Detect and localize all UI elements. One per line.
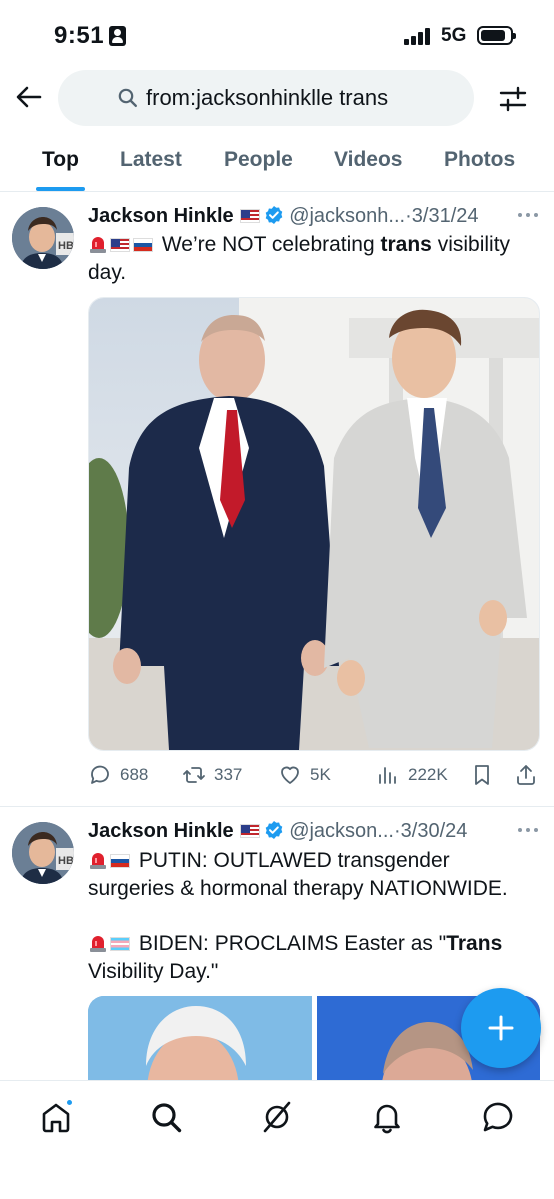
more-icon[interactable] (516, 826, 540, 834)
tweet-text-part: PUTIN: OUTLAWED transgender surgeries & … (88, 849, 508, 900)
tweet-date[interactable]: 3/31/24 (412, 205, 479, 227)
like-count: 5K (310, 765, 331, 784)
tab-videos[interactable]: Videos (334, 148, 402, 172)
author-handle[interactable]: @jackson... (289, 820, 394, 842)
search-icon (152, 1103, 182, 1133)
tweet-text-part: Visibility Day." (88, 960, 219, 983)
nav-home[interactable] (38, 1098, 74, 1135)
tab-top[interactable]: Top (42, 148, 79, 172)
avatar[interactable]: HB (12, 207, 74, 269)
separator-dot: · (405, 205, 412, 227)
back-button[interactable] (14, 82, 44, 112)
svg-text:HB: HB (58, 855, 74, 867)
nav-notifications[interactable] (369, 1099, 405, 1135)
tweet-text-part: BIDEN: PROCLAIMS Easter as " (138, 932, 447, 955)
bell-icon (374, 1104, 400, 1134)
active-tab-indicator (36, 187, 85, 191)
arrow-left-icon (16, 86, 42, 108)
tab-people[interactable]: People (224, 148, 293, 172)
network-type: 5G (441, 25, 467, 46)
repost-count: 337 (214, 765, 243, 784)
transgender-flag-emoji-icon (110, 937, 130, 951)
tweet-image[interactable] (88, 297, 540, 751)
search-filter-button[interactable] (498, 84, 528, 114)
grok-icon (263, 1101, 291, 1133)
avatar-image: HB (12, 207, 74, 269)
search-input[interactable]: from:jacksonhinklle trans (58, 70, 474, 126)
reply-icon (91, 765, 109, 784)
battery-icon (477, 26, 516, 45)
us-flag-icon (239, 824, 260, 838)
nav-messages[interactable] (480, 1099, 516, 1135)
siren-emoji-icon (88, 850, 108, 870)
tweet-text: PUTIN: OUTLAWED transgender surgeries & … (88, 847, 538, 986)
bookmark-button[interactable] (470, 761, 494, 789)
avatar-image: HB (12, 822, 74, 884)
tweet-text-line: BIDEN: PROCLAIMS Easter as "Trans Visibi… (88, 930, 538, 986)
avatar[interactable]: HB (12, 822, 74, 884)
tweet-header: Jackson Hinkle @jackson...·3/30/24 (88, 820, 544, 848)
tweet-text: We’re NOT celebrating trans visibility d… (88, 231, 538, 287)
tweet-text-bold: Trans (446, 932, 503, 955)
bottom-nav (0, 1080, 554, 1199)
like-button[interactable]: 5K (278, 761, 331, 789)
search-tabs: Top Latest People Videos Photos (0, 134, 554, 192)
author-name[interactable]: Jackson Hinkle (88, 820, 234, 842)
nav-search[interactable] (148, 1099, 184, 1135)
views-icon (379, 767, 396, 784)
search-icon (118, 88, 137, 107)
author-handle[interactable]: @jacksonh... (289, 205, 405, 227)
tweet-text-bold: trans (380, 233, 432, 256)
bookmark-icon (475, 765, 489, 785)
russia-flag-emoji-icon (133, 238, 153, 252)
repost-icon (183, 767, 205, 783)
tab-latest[interactable]: Latest (120, 148, 182, 172)
russia-flag-emoji-icon (110, 854, 130, 868)
tweet-text-part: We’re NOT celebrating (161, 233, 381, 256)
compose-button[interactable] (461, 988, 541, 1068)
search-query: from:jacksonhinklle trans (146, 85, 389, 110)
plus-icon (488, 1015, 514, 1041)
svg-text:HB: HB (58, 240, 74, 252)
view-count: 222K (408, 765, 448, 784)
notification-dot (65, 1098, 74, 1107)
heart-icon (281, 766, 299, 784)
author-name[interactable]: Jackson Hinkle (88, 205, 234, 227)
verified-badge-icon (265, 206, 282, 224)
status-time: 9:51 (54, 22, 105, 49)
tweet-date[interactable]: 3/30/24 (401, 820, 468, 842)
verified-badge-icon (265, 821, 282, 839)
more-icon[interactable] (516, 211, 540, 219)
tweet-image[interactable] (88, 996, 312, 1080)
tweet-text-line: PUTIN: OUTLAWED transgender surgeries & … (88, 847, 538, 903)
tweet-header: Jackson Hinkle @jacksonh...·3/31/24 (88, 205, 544, 233)
siren-emoji-icon (88, 234, 108, 254)
tab-photos[interactable]: Photos (444, 148, 515, 172)
reply-count: 688 (120, 765, 149, 784)
photo-older-man (88, 996, 312, 1080)
person-badge-icon (109, 26, 126, 46)
siren-emoji-icon (88, 933, 108, 953)
repost-button[interactable]: 337 (182, 761, 242, 789)
reply-button[interactable]: 688 (88, 761, 148, 789)
signal-icon (404, 28, 434, 45)
us-flag-emoji-icon (110, 238, 130, 252)
tweet[interactable]: HB Jackson Hinkle @jacksonh...·3/31/24 W… (0, 193, 554, 807)
messages-icon (483, 1102, 513, 1132)
share-button[interactable] (514, 761, 538, 789)
tweet-actions: 688 337 5K 222K (88, 761, 540, 789)
nav-grok[interactable] (259, 1099, 295, 1135)
photo-two-men-walking (89, 298, 539, 750)
status-bar: 9:51 5G (0, 0, 554, 64)
us-flag-icon (239, 209, 260, 223)
separator-dot: · (393, 820, 401, 842)
views-button[interactable]: 222K (376, 761, 448, 789)
sliders-icon (499, 86, 527, 112)
share-icon (517, 765, 535, 785)
